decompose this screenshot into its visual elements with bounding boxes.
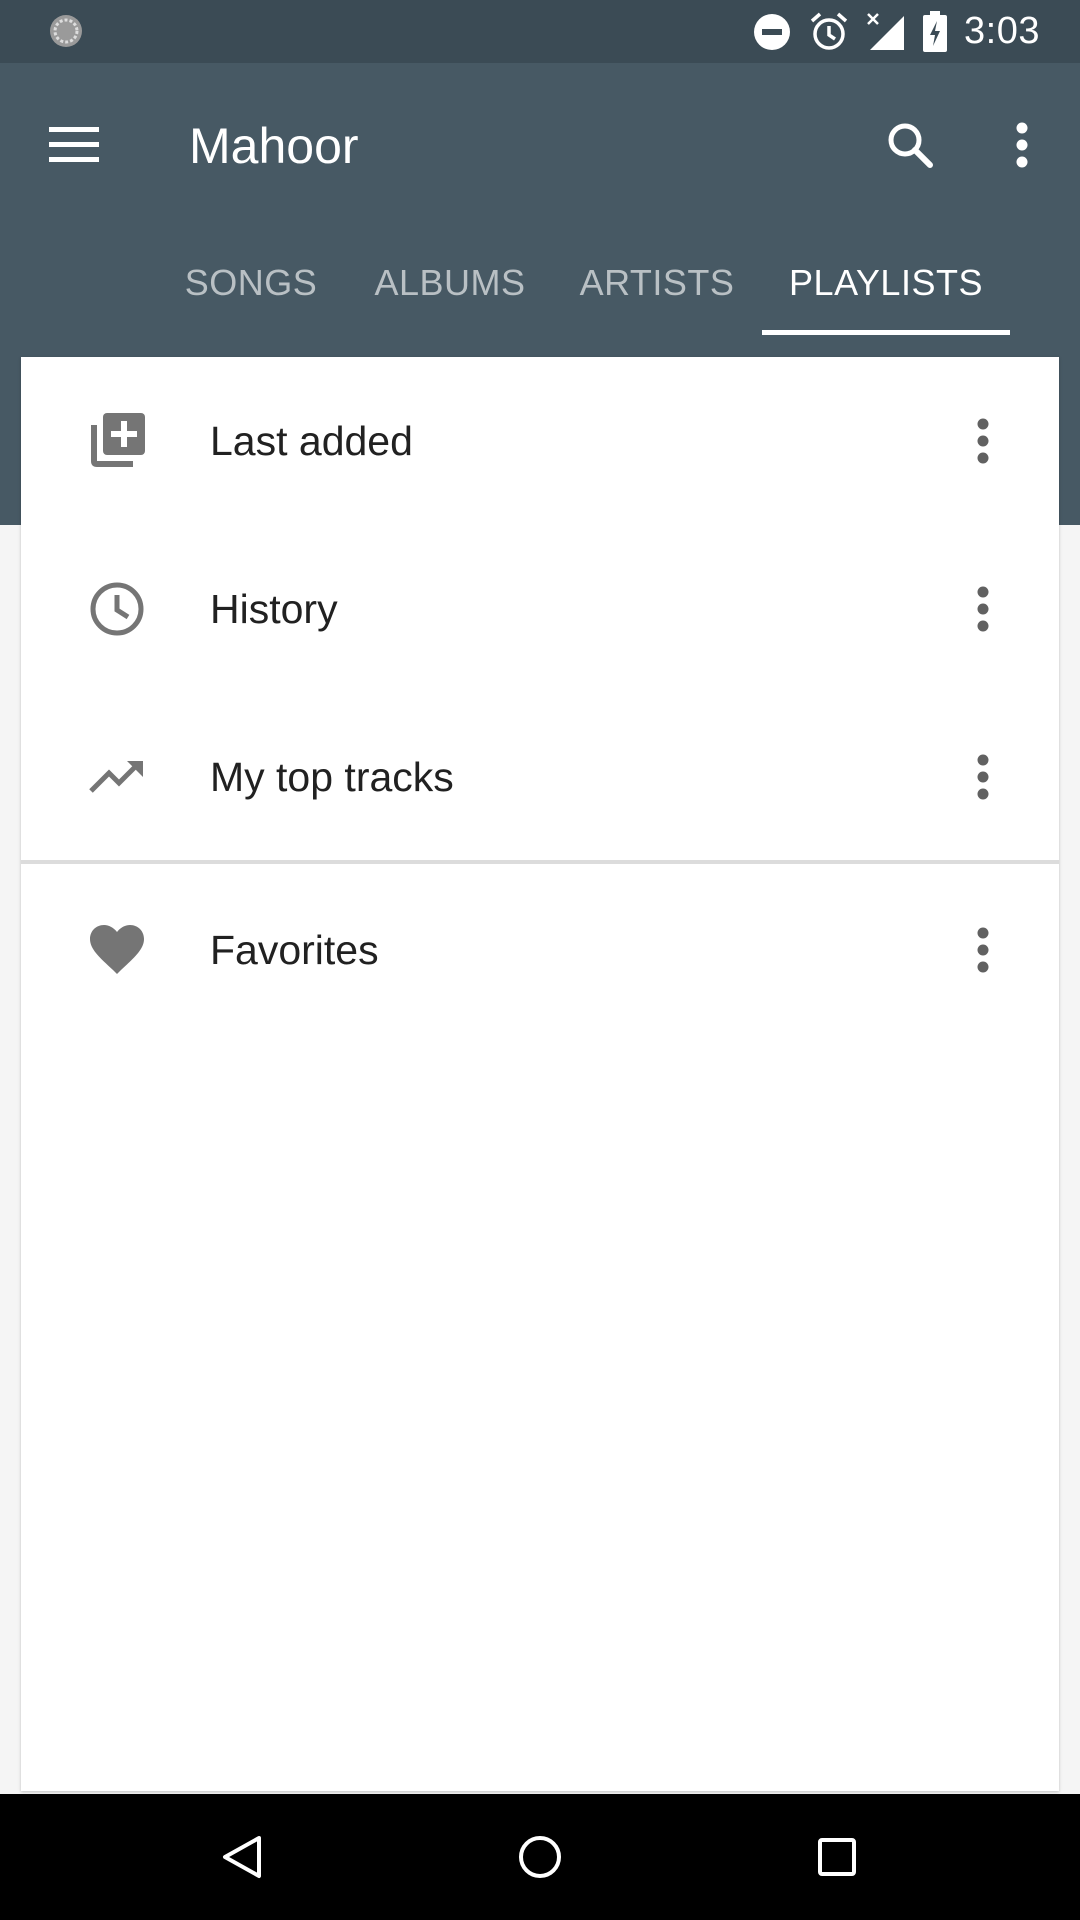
playlist-label: My top tracks bbox=[210, 754, 454, 800]
more-vert-icon bbox=[977, 927, 989, 973]
system-nav-bar bbox=[0, 1794, 1080, 1920]
playlist-label: Last added bbox=[210, 418, 413, 464]
do-not-disturb-icon bbox=[754, 13, 791, 50]
playlist-more-button[interactable] bbox=[941, 735, 1025, 819]
home-icon bbox=[519, 1836, 561, 1878]
overflow-menu-button[interactable] bbox=[980, 103, 1064, 187]
battery-charging-icon bbox=[923, 10, 948, 52]
back-icon bbox=[223, 1836, 261, 1878]
playlist-item-my-top-tracks[interactable]: My top tracks bbox=[21, 693, 1059, 861]
signal-no-data-icon bbox=[867, 12, 905, 50]
list-divider bbox=[21, 860, 1059, 864]
app-title: Mahoor bbox=[189, 118, 359, 174]
app-screen: 3:03 Mahoor SONGS ALBUMS ARTISTS PLAYLIS… bbox=[0, 0, 1080, 1920]
tab-indicator bbox=[762, 330, 1010, 335]
status-bar: 3:03 bbox=[0, 0, 1080, 63]
back-button[interactable] bbox=[199, 1815, 283, 1899]
tab-artists[interactable]: ARTISTS bbox=[576, 233, 738, 335]
playlist-item-history[interactable]: History bbox=[21, 525, 1059, 693]
trending-up-icon bbox=[89, 761, 143, 793]
more-vert-icon bbox=[977, 586, 989, 632]
playlist-item-last-added[interactable]: Last added bbox=[21, 357, 1059, 525]
status-icons: 3:03 bbox=[752, 0, 1040, 63]
sync-icon bbox=[50, 15, 82, 47]
playlist-more-button[interactable] bbox=[941, 567, 1025, 651]
home-button[interactable] bbox=[498, 1815, 582, 1899]
playlist-list: Last added History My top tracks Favorit… bbox=[21, 357, 1059, 1791]
tab-songs[interactable]: SONGS bbox=[180, 233, 322, 335]
status-time: 3:03 bbox=[964, 10, 1040, 52]
search-icon bbox=[888, 123, 933, 168]
playlist-label: History bbox=[210, 586, 338, 632]
heart-icon bbox=[90, 925, 144, 974]
library-add-icon bbox=[91, 413, 145, 467]
tab-bar: SONGS ALBUMS ARTISTS PLAYLISTS bbox=[0, 233, 1080, 338]
more-vert-icon bbox=[977, 418, 989, 464]
clock-icon bbox=[90, 582, 144, 636]
playlist-item-favorites[interactable]: Favorites bbox=[21, 866, 1059, 1034]
playlist-more-button[interactable] bbox=[941, 399, 1025, 483]
menu-icon bbox=[49, 127, 99, 162]
playlist-label: Favorites bbox=[210, 927, 379, 973]
more-vert-icon bbox=[1016, 122, 1028, 168]
playlist-more-button[interactable] bbox=[941, 908, 1025, 992]
recents-button[interactable] bbox=[795, 1815, 879, 1899]
menu-button[interactable] bbox=[32, 103, 116, 187]
recents-icon bbox=[818, 1838, 856, 1876]
tab-albums[interactable]: ALBUMS bbox=[362, 233, 538, 335]
more-vert-icon bbox=[977, 754, 989, 800]
search-button[interactable] bbox=[868, 103, 952, 187]
alarm-icon bbox=[810, 12, 848, 50]
tab-playlists[interactable]: PLAYLISTS bbox=[762, 233, 1010, 335]
